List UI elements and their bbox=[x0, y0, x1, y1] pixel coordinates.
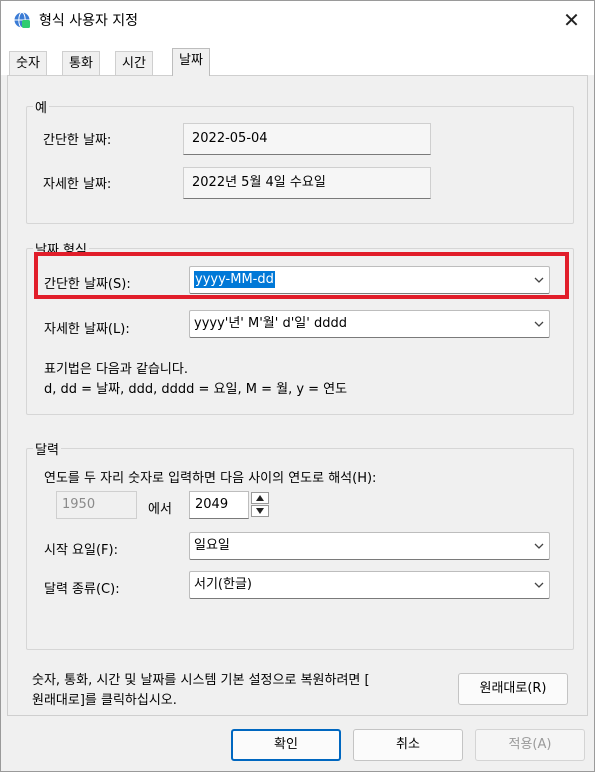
year-spinner[interactable] bbox=[251, 492, 271, 520]
calendar-type-label: 달력 종류(C): bbox=[44, 582, 120, 597]
reset-instructions-line1: 숫자, 통화, 시간 및 날짜를 시스템 기본 설정으로 복원하려면 [ bbox=[32, 673, 370, 688]
notation-legend-text: d, dd = 날짜, ddd, dddd = 요일, M = 월, y = 연… bbox=[44, 382, 348, 397]
spin-up-button[interactable] bbox=[251, 492, 269, 504]
title-bar: 형식 사용자 지정 ✕ bbox=[1, 1, 594, 39]
first-day-value[interactable]: 일요일 bbox=[194, 533, 230, 559]
first-day-label: 시작 요일(F): bbox=[44, 543, 118, 558]
calendar-type-combo[interactable]: 서기(한글) bbox=[189, 571, 550, 599]
example-short-date-value: 2022-05-04 bbox=[183, 123, 431, 155]
highlight-annotation bbox=[34, 252, 569, 299]
notation-heading: 표기법은 다음과 같습니다. bbox=[44, 362, 188, 377]
window-title: 형식 사용자 지정 bbox=[39, 13, 139, 29]
tab-strip: 숫자 통화 시간 날짜 bbox=[1, 39, 594, 76]
example-group: 예 간단한 날짜: 2022-05-04 자세한 날짜: 2022년 5월 4일… bbox=[26, 97, 574, 224]
reset-instructions-line2: 원래대로]를 클릭하십시오. bbox=[32, 693, 177, 708]
long-date-format-combo[interactable]: yyyy'년' M'월' d'일' dddd bbox=[189, 310, 550, 338]
apply-button[interactable]: 적용(A) bbox=[475, 729, 585, 761]
reset-button[interactable]: 원래대로(R) bbox=[458, 673, 568, 705]
chevron-down-icon[interactable] bbox=[533, 579, 545, 591]
tab-currency[interactable]: 통화 bbox=[62, 51, 100, 75]
tab-date[interactable]: 날짜 bbox=[172, 48, 210, 76]
cancel-button[interactable]: 취소 bbox=[353, 729, 463, 761]
long-date-format-label: 자세한 날짜(L): bbox=[44, 322, 130, 337]
spin-down-button[interactable] bbox=[251, 505, 269, 517]
example-long-date-label: 자세한 날짜: bbox=[43, 177, 112, 192]
triangle-down-icon bbox=[256, 508, 264, 514]
close-icon: ✕ bbox=[563, 8, 580, 32]
first-day-combo[interactable]: 일요일 bbox=[189, 532, 550, 560]
chevron-down-icon[interactable] bbox=[533, 318, 545, 330]
calendar-type-value[interactable]: 서기(한글) bbox=[194, 572, 252, 598]
chevron-down-icon[interactable] bbox=[533, 540, 545, 552]
example-short-date-label: 간단한 날짜: bbox=[43, 133, 112, 148]
two-digit-year-label: 연도를 두 자리 숫자로 입력하면 다음 사이의 연도로 해석(H): bbox=[44, 471, 377, 486]
tab-numbers[interactable]: 숫자 bbox=[9, 51, 47, 75]
two-digit-year-start-field: 1950 bbox=[56, 491, 137, 519]
customize-format-dialog: 형식 사용자 지정 ✕ 숫자 통화 시간 날짜 예 간단한 날짜: 2022-0… bbox=[0, 0, 595, 772]
tab-time[interactable]: 시간 bbox=[115, 51, 153, 75]
two-digit-year-end-field[interactable]: 2049 bbox=[189, 491, 249, 519]
date-tab-panel: 예 간단한 날짜: 2022-05-04 자세한 날짜: 2022년 5월 4일… bbox=[7, 75, 588, 716]
calendar-legend: 달력 bbox=[33, 439, 61, 458]
close-button[interactable]: ✕ bbox=[549, 1, 594, 39]
settings-globe-icon bbox=[14, 12, 30, 28]
dialog-footer: 확인 취소 적용(A) bbox=[1, 717, 594, 771]
ok-button[interactable]: 확인 bbox=[231, 729, 341, 761]
example-legend: 예 bbox=[33, 97, 49, 116]
long-date-format-value[interactable]: yyyy'년' M'월' d'일' dddd bbox=[194, 311, 347, 337]
example-long-date-value: 2022년 5월 4일 수요일 bbox=[183, 167, 431, 199]
triangle-up-icon bbox=[256, 495, 264, 501]
two-digit-year-between-text: 에서 bbox=[148, 502, 172, 517]
